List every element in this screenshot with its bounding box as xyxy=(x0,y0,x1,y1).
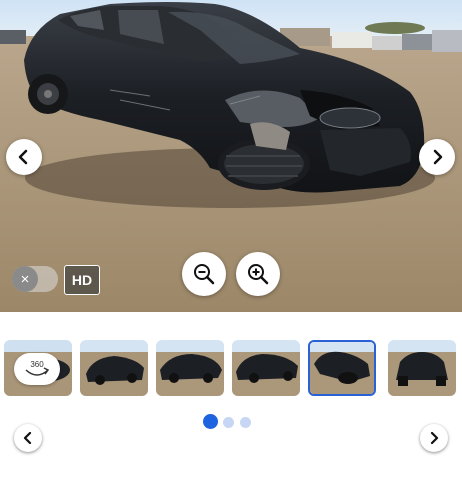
toggle-knob: × xyxy=(12,266,38,292)
thumbnail-photo[interactable] xyxy=(388,340,456,396)
zoom-out-icon xyxy=(194,264,215,285)
thumbnail-image xyxy=(80,340,148,396)
previous-photo-button[interactable] xyxy=(6,139,42,175)
thumbnail-photo[interactable] xyxy=(232,340,300,396)
chevron-left-icon xyxy=(18,149,28,165)
thumbnail-photo[interactable] xyxy=(80,340,148,396)
360-label: 360 xyxy=(30,360,44,369)
thumbnail-image xyxy=(232,340,300,396)
pagination-dot-active[interactable] xyxy=(203,414,218,429)
thumbnail-photo[interactable] xyxy=(156,340,224,396)
thumbnail-image xyxy=(388,340,456,396)
thumbnails-next-button[interactable] xyxy=(420,424,448,452)
zoom-in-button[interactable] xyxy=(236,252,280,296)
thumbnail-image xyxy=(156,340,224,396)
360-view-button[interactable]: 360 xyxy=(14,353,60,385)
next-photo-button[interactable] xyxy=(419,139,455,175)
chevron-left-icon xyxy=(23,432,32,444)
close-icon: × xyxy=(20,270,30,288)
thumbnails-previous-button[interactable] xyxy=(14,424,42,452)
zoom-in-icon xyxy=(248,264,269,285)
pagination-dot[interactable] xyxy=(223,417,234,428)
hd-toggle[interactable]: × xyxy=(12,266,58,292)
thumbnail-image xyxy=(310,342,374,394)
hd-label[interactable]: HD xyxy=(64,265,100,295)
pagination-dots xyxy=(203,414,263,430)
pagination-dot[interactable] xyxy=(240,417,251,428)
thumbnail-photo-selected[interactable] xyxy=(308,340,376,396)
chevron-right-icon xyxy=(433,149,443,165)
zoom-out-button[interactable] xyxy=(182,252,226,296)
thumbnail-strip xyxy=(0,340,462,398)
chevron-right-icon xyxy=(430,432,439,444)
rotate-360-icon: 360 xyxy=(25,360,50,376)
photo-viewer[interactable]: × HD xyxy=(0,0,462,312)
